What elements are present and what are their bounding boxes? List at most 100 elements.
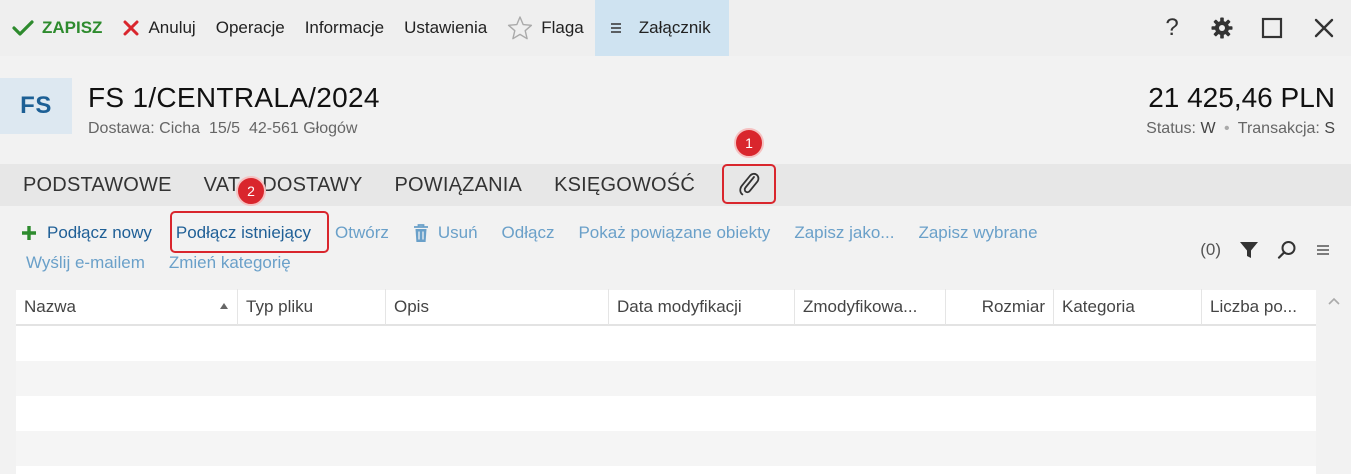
cancel-label: Anuluj — [148, 18, 196, 37]
column-size-label: Rozmiar — [981, 297, 1045, 316]
info-label: Informacje — [304, 18, 385, 37]
detach-button[interactable]: Odłącz — [502, 223, 555, 243]
cancel-button[interactable]: Anuluj — [112, 0, 205, 56]
show-related-label: Pokaż powiązane obiekty — [578, 223, 771, 242]
tab-attachments[interactable] — [722, 164, 776, 204]
menu-icon — [1317, 245, 1329, 255]
record-count: (0) — [1200, 240, 1221, 259]
attach-existing-button[interactable]: Podłącz istniejący — [176, 223, 311, 243]
attachments-action-bar: Podłącz nowy Podłącz istniejący Otwórz U… — [0, 206, 1351, 290]
save-label: ZAPISZ — [42, 18, 103, 37]
tab-dostawy[interactable]: DOSTAWY — [256, 164, 378, 206]
change-category-label: Zmień kategorię — [168, 253, 291, 272]
action-row-primary: Podłącz nowy Podłącz istniejący Otwórz U… — [20, 223, 1062, 243]
status-label: Status: — [1146, 120, 1196, 137]
tab-podstawowe[interactable]: PODSTAWOWE — [0, 164, 188, 206]
save-as-button[interactable]: Zapisz jako... — [794, 223, 894, 243]
open-button[interactable]: Otwórz — [335, 223, 389, 243]
save-selected-button[interactable]: Zapisz wybrane — [918, 223, 1037, 243]
menu-button[interactable] — [1315, 243, 1331, 257]
maximize-button[interactable] — [1247, 0, 1297, 56]
column-header-modified-date[interactable]: Data modyfikacji — [609, 289, 795, 325]
step-marker-2: 2 — [236, 176, 266, 206]
delete-button[interactable]: Usuń — [413, 223, 478, 243]
vertical-scrollbar[interactable] — [1316, 290, 1351, 474]
close-button[interactable] — [1297, 0, 1351, 56]
help-button[interactable]: ? — [1147, 0, 1197, 56]
column-modified-date-label: Data modyfikacji — [617, 297, 742, 316]
send-email-label: Wyślij e-mailem — [26, 253, 145, 272]
info-menu[interactable]: Informacje — [295, 0, 394, 56]
column-header-category[interactable]: Kategoria — [1054, 289, 1202, 325]
attachment-button[interactable]: Załącznik — [594, 0, 729, 56]
close-icon — [1314, 18, 1334, 38]
document-type-badge: FS — [0, 78, 72, 134]
document-window: ZAPISZ Anuluj Operacje Informacje Ustawi… — [0, 0, 1351, 474]
save-selected-label: Zapisz wybrane — [918, 223, 1038, 242]
column-header-description[interactable]: Opis — [386, 289, 609, 325]
table-row — [16, 396, 1316, 431]
column-header-modified-by[interactable]: Zmodyfikowa... — [795, 289, 946, 325]
flag-label: Flaga — [541, 18, 584, 37]
delete-label: Usuń — [437, 223, 478, 242]
detach-label: Odłącz — [501, 223, 555, 242]
tab-ksiegowosc[interactable]: KSIĘGOWOŚĆ — [538, 164, 711, 206]
hamburger-icon — [610, 23, 621, 33]
column-header-file-type[interactable]: Typ pliku — [238, 289, 386, 325]
column-modified-by-label: Zmodyfikowa... — [803, 297, 918, 316]
operations-menu[interactable]: Operacje — [206, 0, 295, 56]
send-email-button[interactable]: Wyślij e-mailem — [26, 253, 145, 273]
maximize-icon — [1261, 17, 1283, 39]
attach-new-label: Podłącz nowy — [47, 223, 152, 242]
open-label: Otwórz — [335, 223, 389, 242]
attachment-label: Załącznik — [638, 18, 711, 37]
show-related-button[interactable]: Pokaż powiązane obiekty — [578, 223, 770, 243]
checkmark-icon — [12, 20, 34, 36]
gear-icon — [1211, 17, 1233, 39]
trash-icon — [413, 224, 428, 242]
delivery-address: Dostawa: Cicha 15/5 42-561 Głogów — [88, 120, 358, 137]
table-header: Nazwa Typ pliku Opis Data modyfikacji Zm… — [16, 289, 1316, 326]
flag-button[interactable]: Flaga — [497, 0, 594, 56]
save-as-label: Zapisz jako... — [794, 223, 895, 242]
attach-new-button[interactable]: Podłącz nowy — [20, 223, 152, 243]
document-amount: 21 425,46 PLN — [1148, 82, 1335, 113]
search-button[interactable] — [1277, 240, 1297, 260]
transaction-value: S — [1324, 120, 1335, 137]
page-title: FS 1/CENTRALA/2024 — [88, 82, 380, 113]
star-icon — [508, 16, 533, 40]
filter-button[interactable] — [1239, 240, 1259, 260]
status-value: W — [1200, 120, 1216, 137]
change-category-button[interactable]: Zmień kategorię — [169, 253, 291, 273]
tab-powiazania[interactable]: POWIĄZANIA — [379, 164, 539, 206]
separator-dot: • — [1224, 120, 1230, 137]
attachments-table: Nazwa Typ pliku Opis Data modyfikacji Zm… — [16, 289, 1316, 474]
column-header-name[interactable]: Nazwa — [16, 289, 238, 325]
sort-asc-icon — [220, 303, 228, 309]
close-x-icon — [123, 20, 139, 36]
document-header: FS FS 1/CENTRALA/2024 Dostawa: Cicha 15/… — [0, 56, 1351, 164]
column-header-size[interactable]: Rozmiar — [946, 289, 1054, 325]
settings-button[interactable] — [1197, 0, 1247, 56]
window-controls: ? — [1147, 0, 1351, 56]
status-line: Status: W • Transakcja: S — [1146, 120, 1335, 138]
column-header-count[interactable]: Liczba po... — [1202, 289, 1316, 325]
column-count-label: Liczba po... — [1210, 297, 1297, 316]
column-name-label: Nazwa — [24, 297, 76, 316]
filter-icon — [1240, 242, 1258, 258]
settings-label: Ustawienia — [404, 18, 488, 37]
settings-menu[interactable]: Ustawienia — [394, 0, 497, 56]
operations-label: Operacje — [215, 18, 285, 37]
action-row-secondary: Wyślij e-mailem Zmień kategorię — [26, 253, 315, 273]
chevron-up-icon — [1327, 297, 1340, 305]
main-toolbar: ZAPISZ Anuluj Operacje Informacje Ustawi… — [0, 0, 1351, 56]
step-marker-1: 1 — [734, 128, 764, 158]
table-row — [16, 326, 1316, 361]
column-file-type-label: Typ pliku — [246, 297, 314, 316]
column-category-label: Kategoria — [1062, 297, 1135, 316]
search-icon — [1277, 241, 1296, 259]
list-tools: (0) — [1200, 240, 1331, 260]
save-button[interactable]: ZAPISZ — [0, 0, 112, 56]
column-description-label: Opis — [394, 297, 429, 316]
attach-existing-label: Podłącz istniejący — [175, 223, 312, 242]
